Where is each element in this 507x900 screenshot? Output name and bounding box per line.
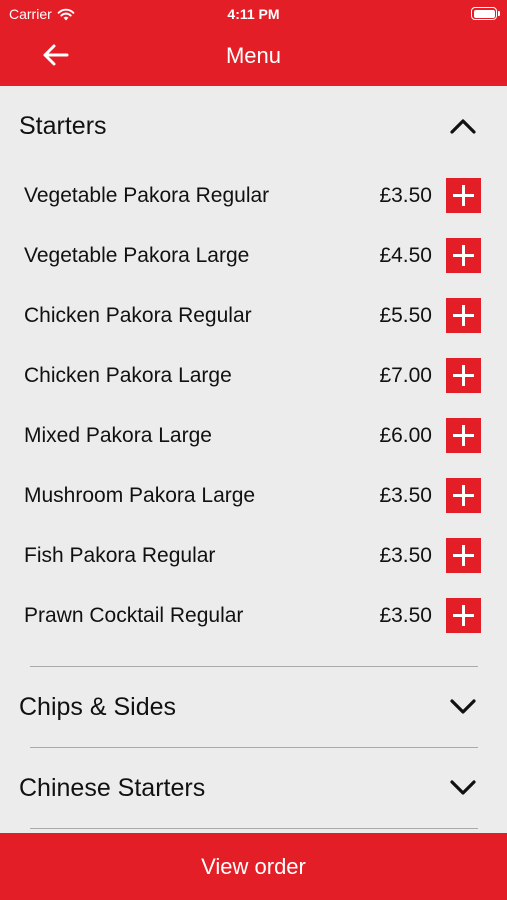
category-name: Chips & Sides (19, 693, 177, 721)
category-header-chinese-starters[interactable]: Chinese Starters (0, 748, 507, 828)
add-item-button[interactable] (446, 538, 481, 573)
item-price: £3.50 (379, 544, 432, 567)
chevron-down-icon (450, 699, 476, 714)
item-name: Vegetable Pakora Regular (24, 184, 270, 207)
item-name: Mixed Pakora Large (24, 424, 212, 447)
category-name: Chinese Starters (19, 774, 206, 802)
add-item-button[interactable] (446, 418, 481, 453)
menu-item: Prawn Cocktail Regular £3.50 (0, 586, 507, 646)
menu-item: Chicken Pakora Large £7.00 (0, 346, 507, 406)
item-name: Chicken Pakora Regular (24, 304, 252, 327)
item-price: £3.50 (379, 484, 432, 507)
menu-item: Vegetable Pakora Large £4.50 (0, 226, 507, 286)
chevron-down-icon (450, 780, 476, 795)
menu-list: Starters Vegetable Pakora Regular £3.50 … (0, 86, 507, 833)
battery-icon (471, 7, 500, 20)
add-item-button[interactable] (446, 478, 481, 513)
category-name: Starters (19, 112, 107, 140)
app-header: Carrier 4:11 PM Menu (0, 0, 507, 86)
divider (30, 828, 478, 829)
add-item-button[interactable] (446, 358, 481, 393)
item-price: £6.00 (379, 424, 432, 447)
view-order-label: View order (201, 854, 306, 879)
chevron-up-icon (450, 119, 476, 134)
add-item-button[interactable] (446, 598, 481, 633)
menu-item: Vegetable Pakora Regular £3.50 (0, 166, 507, 226)
item-name: Fish Pakora Regular (24, 544, 216, 567)
page-title: Menu (225, 43, 282, 68)
view-order-button[interactable]: View order (0, 833, 507, 900)
add-item-button[interactable] (446, 298, 481, 333)
item-price: £3.50 (379, 184, 432, 207)
category-header-starters[interactable]: Starters (0, 86, 507, 166)
item-price: £3.50 (379, 604, 432, 627)
add-item-button[interactable] (446, 238, 481, 273)
item-name: Chicken Pakora Large (24, 364, 232, 387)
status-bar: Carrier 4:11 PM (0, 0, 507, 28)
category-header-chips-sides[interactable]: Chips & Sides (0, 667, 507, 747)
menu-item: Mushroom Pakora Large £3.50 (0, 466, 507, 526)
item-name: Vegetable Pakora Large (24, 244, 250, 267)
menu-item: Fish Pakora Regular £3.50 (0, 526, 507, 586)
menu-item: Mixed Pakora Large £6.00 (0, 406, 507, 466)
menu-item: Chicken Pakora Regular £5.50 (0, 286, 507, 346)
status-time: 4:11 PM (227, 6, 280, 22)
item-price: £4.50 (379, 244, 432, 267)
item-name: Mushroom Pakora Large (24, 484, 256, 507)
item-name: Prawn Cocktail Regular (24, 604, 244, 627)
add-item-button[interactable] (446, 178, 481, 213)
item-price: £5.50 (379, 304, 432, 327)
item-price: £7.00 (379, 364, 432, 387)
